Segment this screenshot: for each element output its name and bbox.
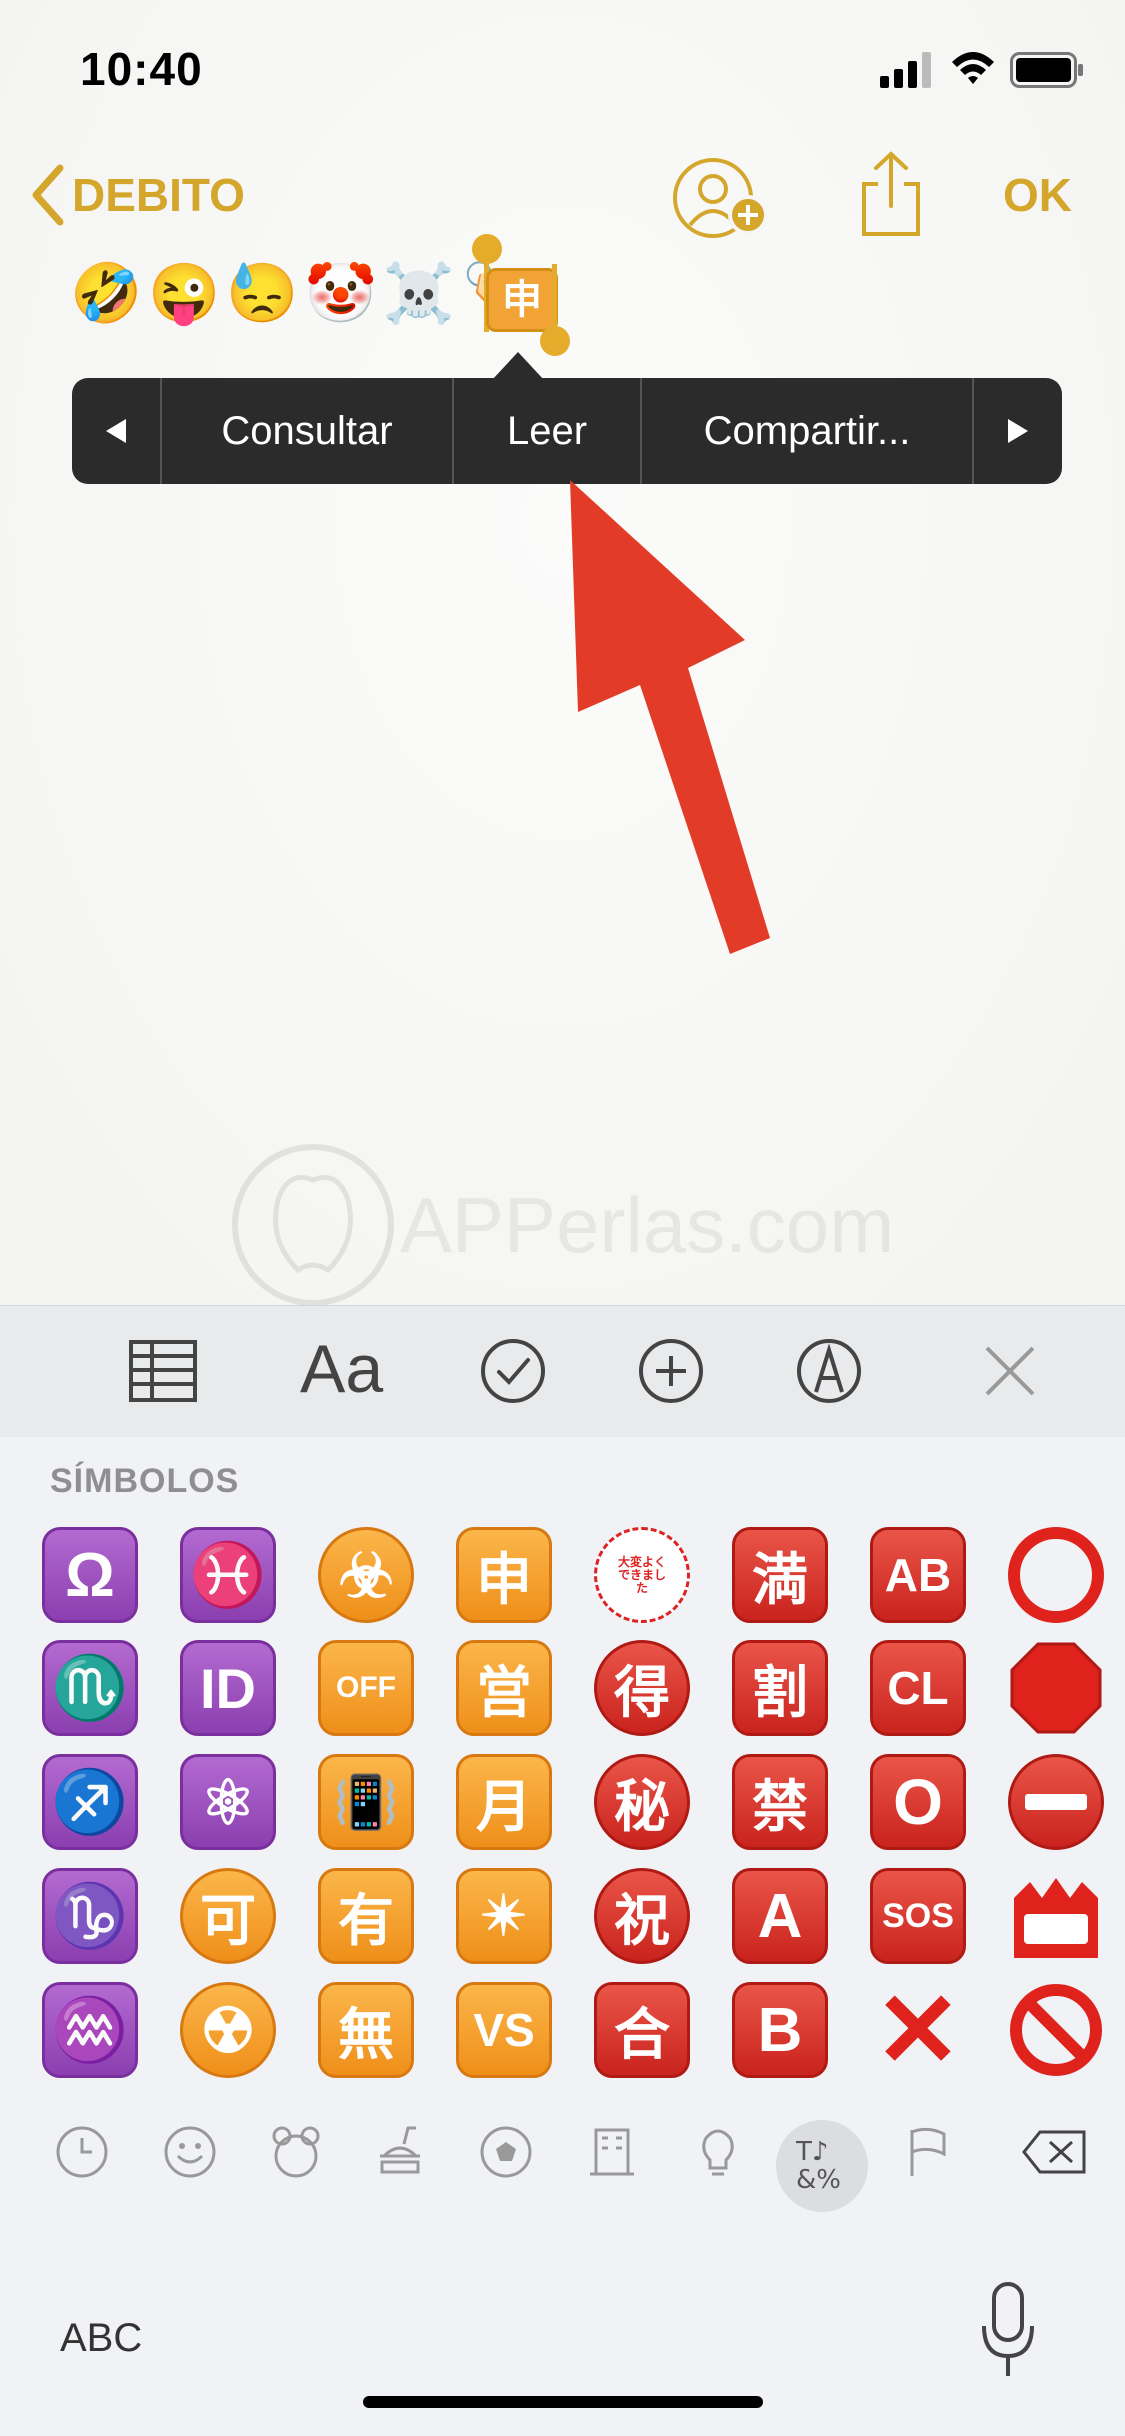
chevron-left-icon bbox=[32, 164, 64, 226]
smiley-category-icon[interactable] bbox=[160, 2122, 220, 2182]
back-label: DEBITO bbox=[72, 169, 245, 221]
no-vacancy-key[interactable]: 満 bbox=[732, 1527, 828, 1623]
prohibited-sign-key[interactable] bbox=[1008, 1982, 1104, 2078]
symbols-category-icon[interactable]: T♪&% bbox=[792, 2132, 852, 2192]
battery-icon bbox=[1010, 52, 1083, 88]
selection-handle-end[interactable] bbox=[540, 326, 570, 356]
biohazard-key[interactable]: ☣ bbox=[318, 1527, 414, 1623]
prohibited-icon bbox=[1010, 1984, 1102, 2076]
menu-pointer bbox=[492, 352, 544, 380]
objects-bulb-icon[interactable] bbox=[688, 2122, 748, 2182]
animal-category-icon[interactable] bbox=[266, 2122, 326, 2182]
menu-prev-button[interactable] bbox=[72, 378, 162, 484]
radioactive-key[interactable]: ☢ bbox=[180, 1982, 276, 2078]
discount-key[interactable]: 割 bbox=[732, 1640, 828, 1736]
stop-sign-key[interactable] bbox=[1008, 1640, 1104, 1736]
format-text-button[interactable]: Aa bbox=[300, 1330, 383, 1408]
sos-key[interactable]: SOS bbox=[870, 1868, 966, 1964]
passing-grade-key[interactable]: 合 bbox=[594, 1982, 690, 2078]
eight-pointed-star-key[interactable]: ✴ bbox=[456, 1868, 552, 1964]
o-button-key[interactable]: O bbox=[870, 1754, 966, 1850]
menu-item-compartir[interactable]: Compartir... bbox=[642, 378, 974, 484]
menu-next-button[interactable] bbox=[974, 378, 1062, 484]
secret-key[interactable]: 秘 bbox=[594, 1754, 690, 1850]
atom-key[interactable]: ⚛ bbox=[180, 1754, 276, 1850]
svg-text:T♪: T♪ bbox=[795, 2137, 828, 2167]
no-entry-key[interactable] bbox=[1008, 1754, 1104, 1850]
capricorn-key[interactable]: ♑ bbox=[42, 1868, 138, 1964]
open-for-business-key[interactable]: 営 bbox=[456, 1640, 552, 1736]
ab-button-key[interactable]: AB bbox=[870, 1527, 966, 1623]
svg-text:&%: &% bbox=[796, 2165, 841, 2192]
vs-key[interactable]: VS bbox=[456, 1982, 552, 2078]
menu-item-consultar[interactable]: Consultar bbox=[162, 378, 454, 484]
pisces-key[interactable]: ♓ bbox=[180, 1527, 276, 1623]
flag-category-icon[interactable] bbox=[898, 2122, 958, 2182]
travel-building-icon[interactable] bbox=[582, 2122, 642, 2182]
not-free-of-charge-key[interactable]: 有 bbox=[318, 1868, 414, 1964]
scorpio-key[interactable]: ♏ bbox=[42, 1640, 138, 1736]
close-icon[interactable] bbox=[975, 1336, 1045, 1406]
stop-sign-icon bbox=[1010, 1642, 1102, 1734]
a-button-key[interactable]: A bbox=[732, 1868, 828, 1964]
edit-context-menu: Consultar Leer Compartir... bbox=[72, 378, 1062, 484]
watermark-logo bbox=[232, 1144, 394, 1306]
cl-button-key[interactable]: CL bbox=[870, 1640, 966, 1736]
ka-acceptable-key[interactable]: 可 bbox=[180, 1868, 276, 1964]
prohibited-key[interactable]: 禁 bbox=[732, 1754, 828, 1850]
name-badge-icon bbox=[1014, 1878, 1098, 1958]
ok-button[interactable]: OK bbox=[1003, 168, 1072, 222]
b-button-key[interactable]: B bbox=[732, 1982, 828, 2078]
application-key[interactable]: 申 bbox=[456, 1527, 552, 1623]
id-key[interactable]: ID bbox=[180, 1640, 276, 1736]
add-circle-icon[interactable] bbox=[636, 1336, 706, 1406]
microphone-icon[interactable] bbox=[978, 2280, 1038, 2380]
name-badge-key[interactable] bbox=[1008, 1868, 1104, 1964]
share-icon[interactable] bbox=[858, 150, 924, 238]
triangle-left-icon bbox=[106, 419, 126, 443]
selected-character[interactable]: 申 bbox=[486, 268, 558, 332]
free-of-charge-key[interactable]: 無 bbox=[318, 1982, 414, 2078]
libra-omega-key[interactable]: Ω bbox=[42, 1527, 138, 1623]
watermark-text: APPerlas.com bbox=[400, 1181, 895, 1269]
congratulations-key[interactable]: 祝 bbox=[594, 1868, 690, 1964]
food-category-icon[interactable] bbox=[370, 2122, 430, 2182]
bargain-key[interactable]: 得 bbox=[594, 1640, 690, 1736]
abc-keyboard-switch[interactable]: ABC bbox=[60, 2316, 142, 2361]
recent-clock-icon[interactable] bbox=[52, 2122, 112, 2182]
vibration-mode-key[interactable]: 📳 bbox=[318, 1754, 414, 1850]
cellular-signal-icon bbox=[880, 52, 931, 88]
status-time: 10:40 bbox=[80, 43, 203, 95]
note-emoji-text[interactable]: 🤣😜😓🤡☠️🏷️ bbox=[70, 258, 539, 330]
checklist-icon[interactable] bbox=[478, 1336, 548, 1406]
monthly-amount-key[interactable]: 月 bbox=[456, 1754, 552, 1850]
delete-backspace-icon[interactable] bbox=[1020, 2122, 1090, 2182]
table-icon[interactable] bbox=[128, 1336, 198, 1406]
menu-item-leer[interactable]: Leer bbox=[454, 378, 642, 484]
triangle-right-icon bbox=[1008, 419, 1028, 443]
markup-pen-icon[interactable] bbox=[794, 1336, 864, 1406]
back-button[interactable]: DEBITO bbox=[30, 160, 245, 230]
add-person-icon[interactable] bbox=[670, 155, 770, 241]
cross-mark-key[interactable]: ✕ bbox=[870, 1973, 966, 2089]
aquarius-key[interactable]: ♒ bbox=[42, 1982, 138, 2078]
home-indicator[interactable] bbox=[363, 2396, 763, 2408]
red-arrow-annotation bbox=[570, 480, 770, 954]
section-title: SÍMBOLOS bbox=[50, 1462, 240, 1500]
hollow-red-circle-key[interactable] bbox=[1008, 1527, 1104, 1623]
activity-ball-icon[interactable] bbox=[476, 2122, 536, 2182]
excellent-stamp-key[interactable]: 大変よくできました bbox=[594, 1527, 690, 1623]
phone-off-key[interactable]: OFF bbox=[318, 1640, 414, 1736]
wifi-icon bbox=[952, 52, 994, 84]
sagittarius-key[interactable]: ♐ bbox=[42, 1754, 138, 1850]
no-entry-bar bbox=[1025, 1794, 1087, 1810]
